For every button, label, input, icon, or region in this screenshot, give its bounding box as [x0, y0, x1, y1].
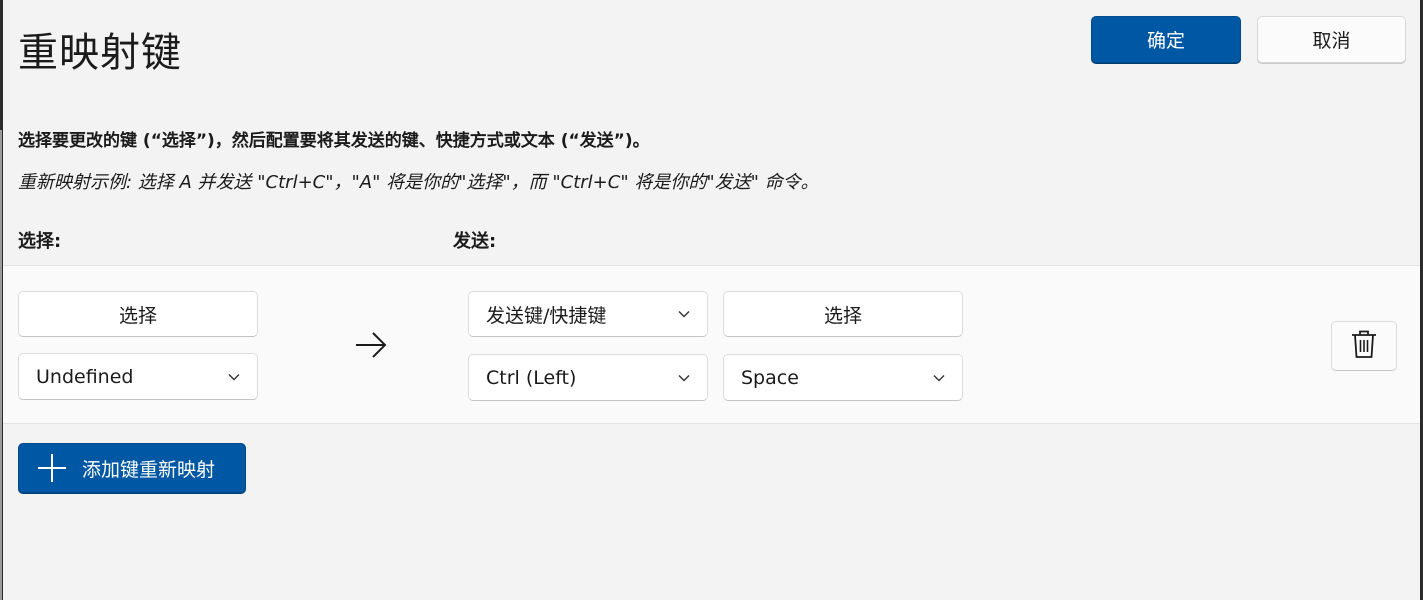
send-select-button[interactable]: 选择: [723, 291, 963, 337]
add-remap-label: 添加键重新映射: [82, 458, 216, 481]
arrow-right-icon: [354, 330, 388, 360]
source-select-button[interactable]: 选择: [18, 291, 258, 337]
send-key-dropdown[interactable]: Space: [723, 354, 963, 401]
send-type-value: 发送键/快捷键: [486, 304, 607, 327]
add-remap-button[interactable]: 添加键重新映射: [18, 443, 246, 493]
remap-row: [3, 265, 1420, 424]
chevron-down-icon: [932, 371, 946, 385]
cancel-button[interactable]: 取消: [1257, 16, 1406, 63]
chevron-down-icon: [227, 370, 241, 384]
page-title: 重映射键: [18, 30, 182, 76]
delete-row-button[interactable]: [1331, 321, 1397, 371]
trash-icon: [1351, 329, 1377, 363]
send-column-label: 发送:: [453, 231, 497, 252]
source-key-value: Undefined: [36, 365, 134, 388]
chevron-down-icon: [677, 371, 691, 385]
plus-icon: [36, 452, 68, 484]
ok-button[interactable]: 确定: [1091, 16, 1241, 63]
send-modifier-value: Ctrl (Left): [486, 366, 577, 389]
example-text: 重新映射示例: 选择 A 并发送 "Ctrl+C"，"A" 将是你的"选择"，而…: [18, 172, 819, 193]
send-modifier-dropdown[interactable]: Ctrl (Left): [468, 354, 708, 401]
chevron-down-icon: [677, 307, 691, 321]
send-key-value: Space: [741, 366, 799, 389]
window-left-edge-lower: [0, 130, 2, 600]
source-key-dropdown[interactable]: Undefined: [18, 353, 258, 400]
select-column-label: 选择:: [18, 231, 62, 252]
instruction-text: 选择要更改的键 (“选择”)，然后配置要将其发送的键、快捷方式或文本 (“发送”…: [18, 131, 650, 151]
send-type-dropdown[interactable]: 发送键/快捷键: [468, 291, 708, 337]
